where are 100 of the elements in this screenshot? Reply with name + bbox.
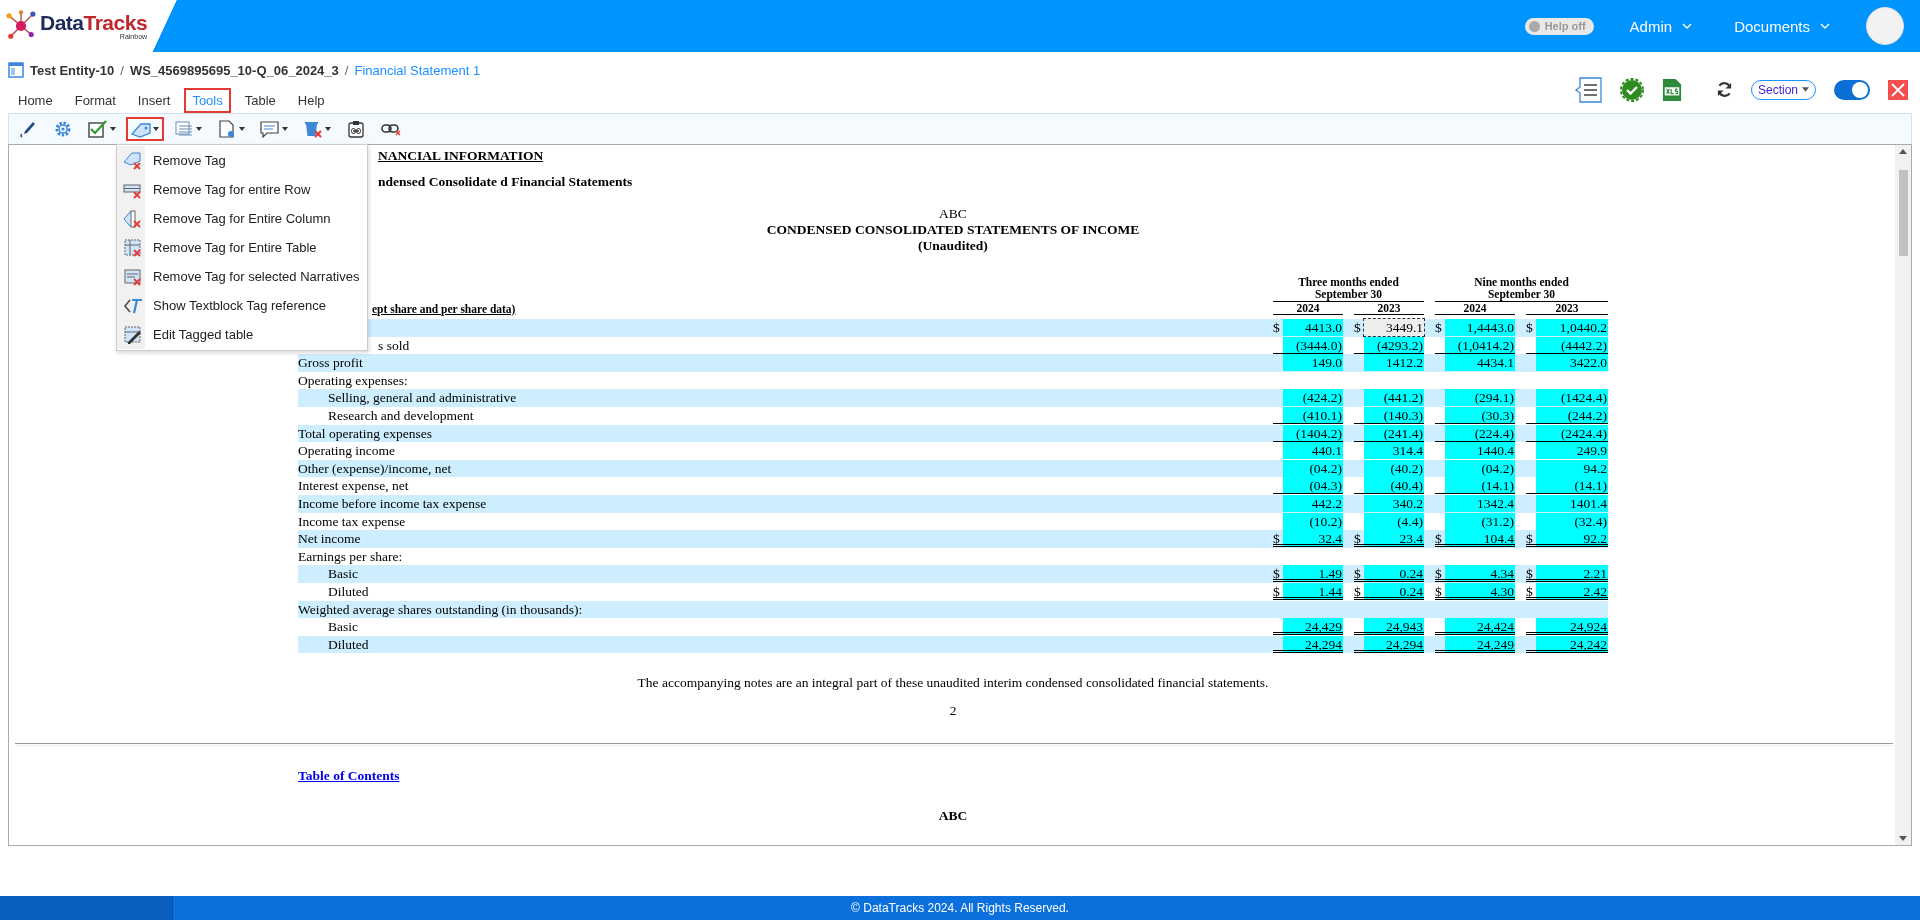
value-cell[interactable]: 24,294 — [1283, 635, 1343, 653]
value-cell[interactable]: 149.0 — [1283, 354, 1343, 372]
value-cell[interactable]: 24,242 — [1536, 635, 1608, 653]
scroll-up-arrow-icon[interactable] — [1899, 149, 1907, 154]
value-cell[interactable]: 92.2 — [1536, 530, 1608, 548]
value-cell[interactable]: 440.1 — [1283, 442, 1343, 460]
scroll-down-arrow-icon[interactable] — [1899, 836, 1907, 841]
currency-sign: $ — [1273, 531, 1280, 547]
refresh-icon[interactable] — [1715, 81, 1733, 98]
currency-sign: $ — [1526, 320, 1533, 335]
ribbon-tab[interactable]: Home — [10, 88, 61, 113]
value-cell[interactable]: 1,0440.2 — [1536, 319, 1608, 336]
value-cell[interactable]: 24,294 — [1364, 635, 1424, 653]
chevron-icon — [1682, 23, 1693, 29]
value-cell[interactable]: 1.49 — [1283, 565, 1343, 583]
value-cell[interactable]: 340.2 — [1364, 494, 1424, 512]
value-cell[interactable]: 1342.4 — [1445, 494, 1515, 512]
currency-sign: $ — [1435, 566, 1442, 582]
row-label: Total operating expenses — [298, 425, 432, 441]
value-cell[interactable]: 24,924 — [1536, 618, 1608, 636]
value-cell[interactable]: 0.24 — [1364, 565, 1424, 583]
value-cell[interactable]: 442.2 — [1283, 494, 1343, 512]
value-cell[interactable]: 1412.2 — [1364, 354, 1424, 372]
value-cell[interactable]: (1404.2) — [1283, 424, 1343, 442]
value-cell[interactable]: 24,429 — [1283, 618, 1343, 636]
verified-badge-icon[interactable] — [1619, 77, 1644, 102]
company-name: ABC — [939, 206, 967, 221]
menu-item[interactable]: Remove Tag — [117, 146, 367, 175]
value-cell[interactable]: 32.4 — [1283, 530, 1343, 548]
avatar[interactable] — [1866, 7, 1904, 45]
menu-item[interactable]: Show Textblock Tag reference — [117, 291, 367, 320]
value-cell[interactable]: 94.2 — [1536, 459, 1608, 477]
row-label: Operating expenses: — [298, 372, 408, 388]
value-cell[interactable]: 104.4 — [1445, 530, 1515, 548]
value-cell[interactable]: (04.3) — [1283, 477, 1343, 495]
value-cell[interactable]: 249.9 — [1536, 442, 1608, 460]
value-cell[interactable]: (294.1) — [1445, 389, 1515, 407]
value-cell[interactable]: 1401.4 — [1536, 494, 1608, 512]
value-cell[interactable]: (224.4) — [1445, 424, 1515, 442]
menu-item[interactable]: Remove Tag for selected Narratives — [117, 262, 367, 291]
value-cell[interactable]: 3422.0 — [1536, 354, 1608, 372]
value-cell[interactable]: 1,4443.0 — [1445, 319, 1515, 336]
row-label: Interest expense, net — [298, 478, 409, 494]
row-label: Earnings per share: — [298, 548, 403, 564]
comment-list-icon[interactable] — [1573, 76, 1602, 103]
value-cell[interactable]: 1440.4 — [1445, 442, 1515, 460]
subheading: ndensed Consolidate d Financial Statements — [378, 174, 633, 189]
menu-item[interactable]: Remove Tag for Entire Column — [117, 204, 367, 233]
spreadsheet-file-icon[interactable] — [1661, 77, 1682, 102]
year-header: 2024 — [1273, 302, 1343, 315]
list-icon — [174, 120, 194, 138]
value-cell[interactable]: 2.21 — [1536, 565, 1608, 583]
breadcrumb-separator: / — [120, 62, 124, 78]
value-cell[interactable]: (40.4) — [1364, 477, 1424, 495]
unit-note: ept share and per share data) — [372, 303, 516, 315]
close-button[interactable] — [1888, 79, 1908, 100]
value-cell[interactable]: (14.1) — [1536, 477, 1608, 495]
breadcrumb-link[interactable]: WS_4569895695_10-Q_06_2024_3 — [129, 62, 339, 78]
value-cell[interactable]: (1424.4) — [1536, 389, 1608, 407]
value-cell[interactable]: 24,249 — [1445, 635, 1515, 653]
ribbon-tab[interactable]: Insert — [129, 88, 179, 113]
table-of-contents-link[interactable]: Table of Contents — [298, 768, 400, 785]
menu-item[interactable]: Edit Tagged table — [117, 320, 367, 349]
view-toggle[interactable] — [1834, 79, 1870, 100]
value-cell[interactable]: (441.2) — [1364, 389, 1424, 407]
ribbon-tab[interactable]: Help — [289, 88, 333, 113]
chevron-icon — [1820, 23, 1830, 29]
ribbon-tab[interactable]: Format — [66, 88, 124, 113]
value-cell[interactable]: (424.2) — [1283, 389, 1343, 407]
currency-sign: $ — [1273, 566, 1280, 582]
row-label: Other (expense)/income, net — [298, 460, 452, 476]
row-label: Gross profit — [298, 355, 363, 371]
value-cell[interactable]: 4.34 — [1445, 565, 1515, 583]
value-cell[interactable]: (14.1) — [1445, 477, 1515, 495]
row-label: Net income — [298, 531, 361, 547]
scrollbar[interactable] — [1895, 145, 1911, 845]
tag-tool-button[interactable] — [126, 117, 164, 141]
value-cell[interactable]: (241.4) — [1364, 424, 1424, 442]
value-cell[interactable]: 4413.0 — [1283, 319, 1343, 336]
menu-item[interactable]: Remove Tag for entire Row — [117, 175, 367, 204]
breadcrumb-link[interactable]: Test Entity-10 — [30, 62, 115, 78]
value-cell[interactable]: 24,424 — [1445, 618, 1515, 636]
year-header: 2023 — [1526, 302, 1608, 315]
scrollbar-thumb[interactable] — [1898, 170, 1908, 256]
value-cell[interactable]: (04.2) — [1445, 459, 1515, 477]
value-cell[interactable]: (2424.4) — [1536, 424, 1608, 442]
section-dropdown[interactable]: Section — [1750, 79, 1816, 100]
value-cell[interactable]: (4293.2) — [1364, 336, 1424, 354]
remove-column-tag-icon — [123, 208, 143, 229]
value-cell[interactable]: (40.2) — [1364, 459, 1424, 477]
value-cell[interactable]: 4434.1 — [1445, 354, 1515, 372]
value-cell[interactable]: 3449.1 — [1364, 319, 1424, 336]
value-cell[interactable]: (04.2) — [1283, 459, 1343, 477]
ribbon-tab[interactable]: Table — [236, 88, 284, 113]
value-cell[interactable]: 24,943 — [1364, 618, 1424, 636]
value-cell[interactable]: 314.4 — [1364, 442, 1424, 460]
value-cell[interactable]: 23.4 — [1364, 530, 1424, 548]
menu-item[interactable]: Remove Tag for Entire Table — [117, 233, 367, 262]
currency-sign: $ — [1354, 531, 1361, 547]
column-group-header: Nine months ended September 30 — [1435, 276, 1608, 302]
